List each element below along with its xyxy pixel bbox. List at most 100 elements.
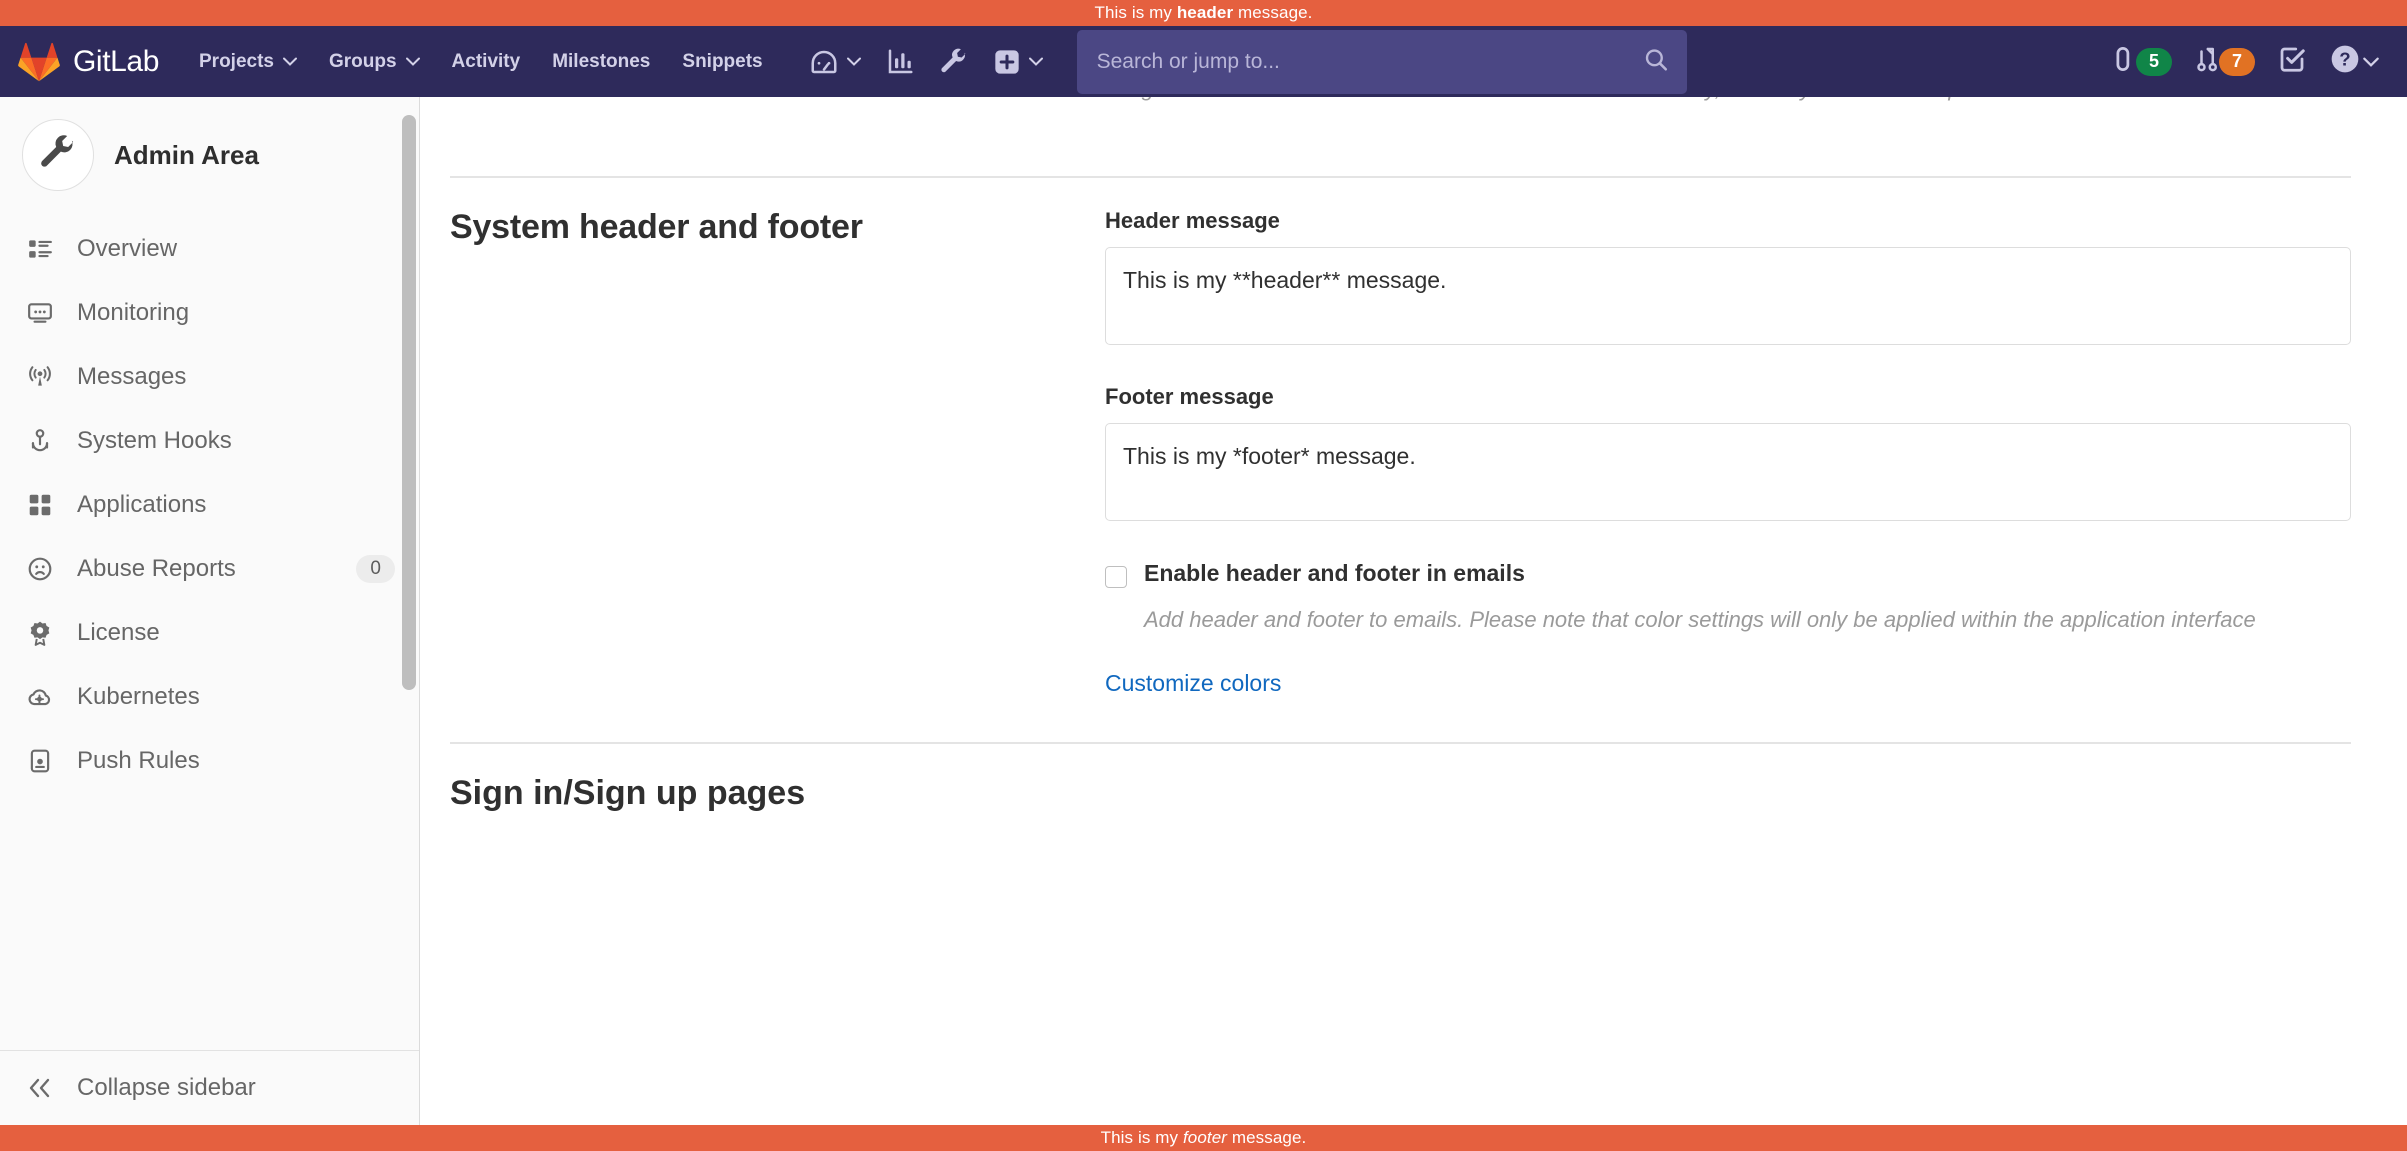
footer-message-input[interactable] xyxy=(1105,423,2351,521)
section-divider-bottom xyxy=(450,742,2351,744)
abuse-frown-icon xyxy=(25,554,55,584)
system-header-footer-title-col: System header and footer xyxy=(450,208,1105,697)
enable-header-footer-emails-checkbox[interactable] xyxy=(1105,566,1127,588)
system-header-message-bar: This is my header message. xyxy=(0,0,2407,26)
admin-wrench-button[interactable] xyxy=(929,39,979,85)
chevron-down-icon xyxy=(283,57,297,66)
help-button[interactable]: ? xyxy=(2319,35,2387,88)
issues-count-badge: 5 xyxy=(2136,48,2172,76)
chevron-down-icon xyxy=(2363,57,2377,66)
sidebar-item-license[interactable]: License xyxy=(0,601,419,665)
footer-msg-italic: footer xyxy=(1183,1128,1227,1147)
sidebar-item-kubernetes-label: Kubernetes xyxy=(77,683,395,711)
sign-in-sign-up-title: Sign in/Sign up pages xyxy=(450,774,1075,813)
sidebar-item-messages-label: Messages xyxy=(77,363,395,391)
header-message-label: Header message xyxy=(1105,208,2351,234)
new-item-button[interactable] xyxy=(983,40,1053,84)
nav-link-snippets-label: Snippets xyxy=(682,51,762,73)
section-divider-top xyxy=(450,176,2351,178)
sidebar-item-overview-label: Overview xyxy=(77,235,395,263)
merge-requests-counter-button[interactable]: 7 xyxy=(2184,36,2265,87)
sidebar-scrollbar-thumb[interactable] xyxy=(402,115,416,690)
nav-link-activity-label: Activity xyxy=(452,51,521,73)
system-header-message-text: This is my header message. xyxy=(1094,3,1312,23)
overview-list-icon xyxy=(25,234,55,264)
todos-checkbox-icon xyxy=(2277,44,2307,79)
gitlab-tanuki-logo xyxy=(18,42,60,82)
issues-counter-button[interactable]: 5 xyxy=(2101,36,2182,87)
header-msg-prefix: This is my xyxy=(1094,3,1176,22)
applications-grid-icon xyxy=(25,490,55,520)
nav-link-milestones[interactable]: Milestones xyxy=(536,41,666,83)
sidebar-header[interactable]: Admin Area xyxy=(0,97,419,217)
search-input[interactable] xyxy=(1077,30,1687,94)
sidebar-item-system-hooks-label: System Hooks xyxy=(77,427,395,455)
sidebar-item-push-rules[interactable]: Push Rules xyxy=(0,729,419,793)
sidebar-item-monitoring[interactable]: Monitoring xyxy=(0,281,419,345)
nav-link-groups-label: Groups xyxy=(329,51,397,73)
plus-square-icon xyxy=(993,48,1021,76)
broadcast-icon xyxy=(25,362,55,392)
avatar xyxy=(22,119,94,191)
chevron-down-icon xyxy=(406,57,420,66)
header-msg-suffix: message. xyxy=(1233,3,1312,22)
license-rosette-icon xyxy=(25,618,55,648)
system-header-footer-fields: Header message Footer message Enable hea… xyxy=(1105,208,2351,697)
header-message-input[interactable] xyxy=(1105,247,2351,345)
nav-link-groups[interactable]: Groups xyxy=(313,41,436,83)
enable-header-footer-emails-help: Add header and footer to emails. Please … xyxy=(1144,604,2324,636)
previous-section-help: Images with incorrect dimensions are not… xyxy=(1105,97,2351,105)
navbar-right-actions: 5 7 ? xyxy=(2101,35,2387,88)
sidebar-item-abuse-reports-label: Abuse Reports xyxy=(77,555,334,583)
merge-requests-count-badge: 7 xyxy=(2219,48,2255,76)
analytics-chart-icon xyxy=(885,47,915,77)
system-header-footer-section: System header and footer Header message … xyxy=(420,208,2379,697)
settings-page: Images with incorrect dimensions are not… xyxy=(420,97,2407,813)
wrench-admin-icon xyxy=(939,47,969,77)
analytics-button[interactable] xyxy=(875,39,925,85)
sign-in-sign-up-title-col: Sign in/Sign up pages xyxy=(450,774,1105,813)
sidebar-item-messages[interactable]: Messages xyxy=(0,345,419,409)
nav-link-projects-label: Projects xyxy=(199,51,274,73)
main-content: Images with incorrect dimensions are not… xyxy=(420,97,2407,1125)
sidebar-item-abuse-reports[interactable]: Abuse Reports 0 xyxy=(0,537,419,601)
enable-emails-row: Enable header and footer in emails xyxy=(1105,560,2351,588)
chevron-down-icon xyxy=(1029,57,1043,66)
page-title: System header and footer xyxy=(450,208,1075,247)
wrench-icon xyxy=(38,133,78,178)
sidebar-scroll-area: Admin Area Overview xyxy=(0,97,419,1050)
help-question-icon: ? xyxy=(2329,43,2361,80)
nav-link-projects[interactable]: Projects xyxy=(183,41,313,83)
todos-button[interactable] xyxy=(2267,36,2317,87)
dashboard-speedometer-button[interactable] xyxy=(799,39,871,85)
nav-link-activity[interactable]: Activity xyxy=(436,41,537,83)
gitlab-home-link[interactable]: GitLab xyxy=(18,42,159,82)
customize-colors-link[interactable]: Customize colors xyxy=(1105,670,1281,697)
nav-link-snippets[interactable]: Snippets xyxy=(666,41,778,83)
sign-in-sign-up-section: Sign in/Sign up pages xyxy=(420,774,2379,813)
monitor-icon xyxy=(25,298,55,328)
previous-section-left-spacer xyxy=(450,97,1105,105)
global-search[interactable] xyxy=(1077,30,1687,94)
enable-header-footer-emails-label[interactable]: Enable header and footer in emails xyxy=(1144,560,1525,587)
dashboard-speedometer-icon xyxy=(809,47,839,77)
footer-message-label: Footer message xyxy=(1105,384,2351,410)
push-rules-icon xyxy=(25,746,55,776)
admin-sidebar: Admin Area Overview xyxy=(0,97,420,1125)
sidebar-scrollbar[interactable] xyxy=(402,97,416,1050)
sidebar-item-license-label: License xyxy=(77,619,395,647)
primary-nav-links: Projects Groups Activity Milestones Snip… xyxy=(183,41,779,83)
sidebar-item-system-hooks[interactable]: System Hooks xyxy=(0,409,419,473)
nav-link-milestones-label: Milestones xyxy=(552,51,650,73)
collapse-sidebar-button[interactable]: Collapse sidebar xyxy=(0,1050,419,1125)
sidebar-item-monitoring-label: Monitoring xyxy=(77,299,395,327)
previous-section-remnant: Images with incorrect dimensions are not… xyxy=(420,97,2379,105)
appearance-help-text: Images with incorrect dimensions are not… xyxy=(1105,97,2351,105)
system-footer-message-text: This is my footer message. xyxy=(1101,1128,1307,1148)
collapse-sidebar-label: Collapse sidebar xyxy=(77,1074,256,1102)
kubernetes-cloud-gear-icon xyxy=(25,682,55,712)
sidebar-item-overview[interactable]: Overview xyxy=(0,217,419,281)
sidebar-item-kubernetes[interactable]: Kubernetes xyxy=(0,665,419,729)
sidebar-item-applications[interactable]: Applications xyxy=(0,473,419,537)
sidebar-title: Admin Area xyxy=(114,140,259,171)
